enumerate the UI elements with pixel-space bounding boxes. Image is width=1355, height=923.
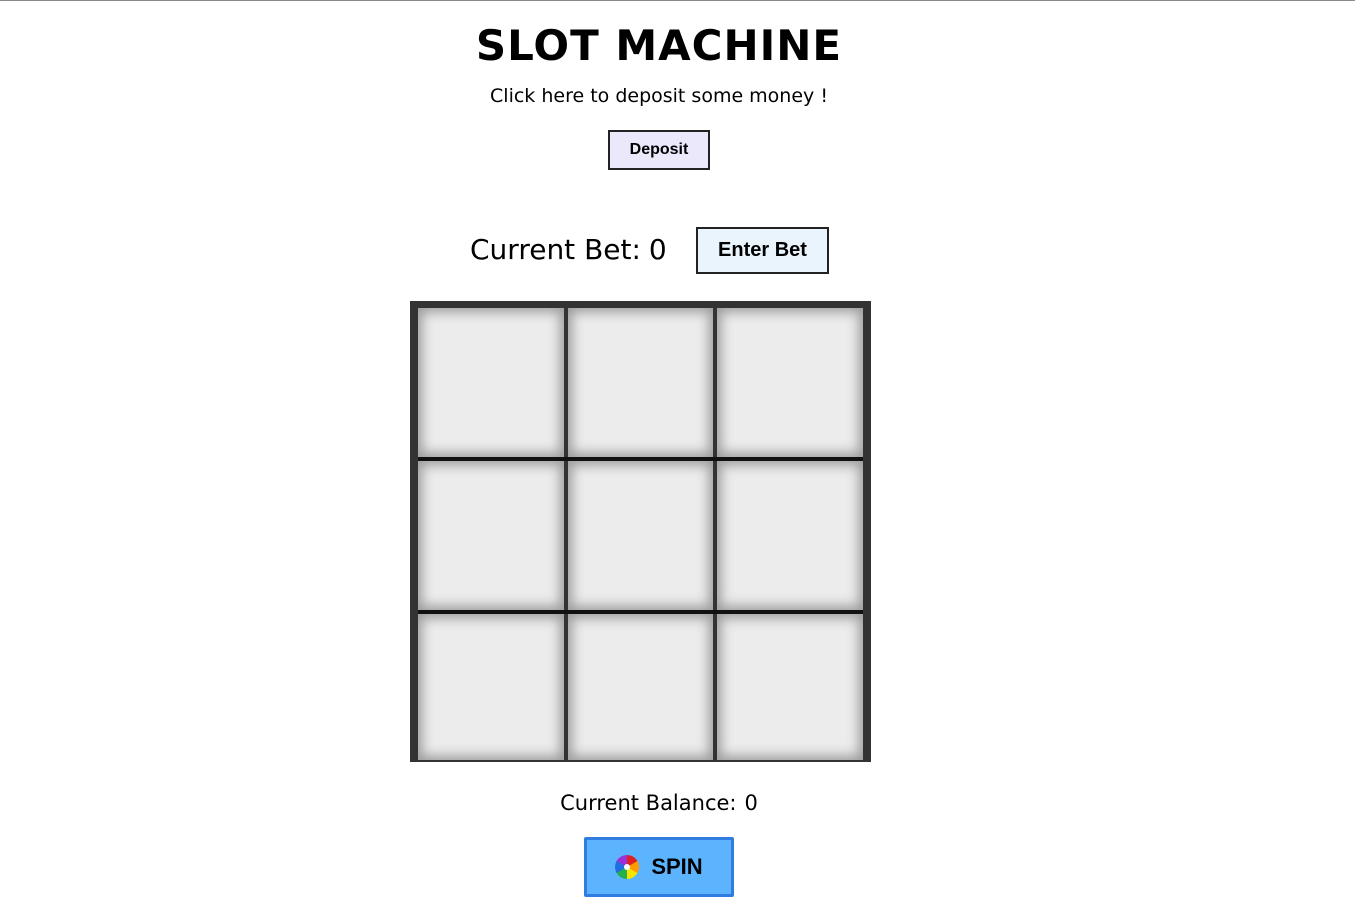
reel-symbol [418,614,564,760]
spin-button[interactable]: SPIN [584,837,734,897]
deposit-prompt-text: Click here to deposit some money ! [490,85,828,107]
color-wheel-icon [615,855,640,879]
reel-cell [418,614,564,760]
reel-symbol [418,461,564,610]
reel-cell [567,461,714,610]
reel-cell [717,614,864,760]
reel-cell [418,308,564,457]
slot-reel-grid [410,301,871,762]
current-bet-label: Current Bet: [470,233,641,266]
reel-cell [567,614,714,760]
reel-cell [717,461,864,610]
reel-cell [567,308,714,457]
current-balance-label: Current Balance: [560,791,737,815]
reel-cell [418,461,564,610]
spin-button-label: SPIN [651,854,703,879]
enter-bet-button[interactable]: Enter Bet [696,227,829,274]
reel-symbol [717,614,863,760]
deposit-button[interactable]: Deposit [608,130,710,170]
reel-symbol [568,308,714,457]
reel-symbol [568,614,714,760]
reel-row-2 [418,461,864,614]
page-title: SLOT MACHINE [475,21,843,70]
reel-symbol [568,461,714,610]
current-bet-display: Current Bet: 0 [470,229,667,271]
reel-row-1 [418,308,864,461]
current-bet-value: 0 [648,233,667,266]
reel-cell [717,308,864,457]
top-border-line [0,0,1355,1]
reel-symbol [717,308,863,457]
reel-symbol [717,461,863,610]
reel-row-3 [418,614,864,760]
current-balance-value: 0 [744,791,758,815]
reel-symbol [418,308,564,457]
current-balance-display: Current Balance: 0 [0,788,1318,818]
